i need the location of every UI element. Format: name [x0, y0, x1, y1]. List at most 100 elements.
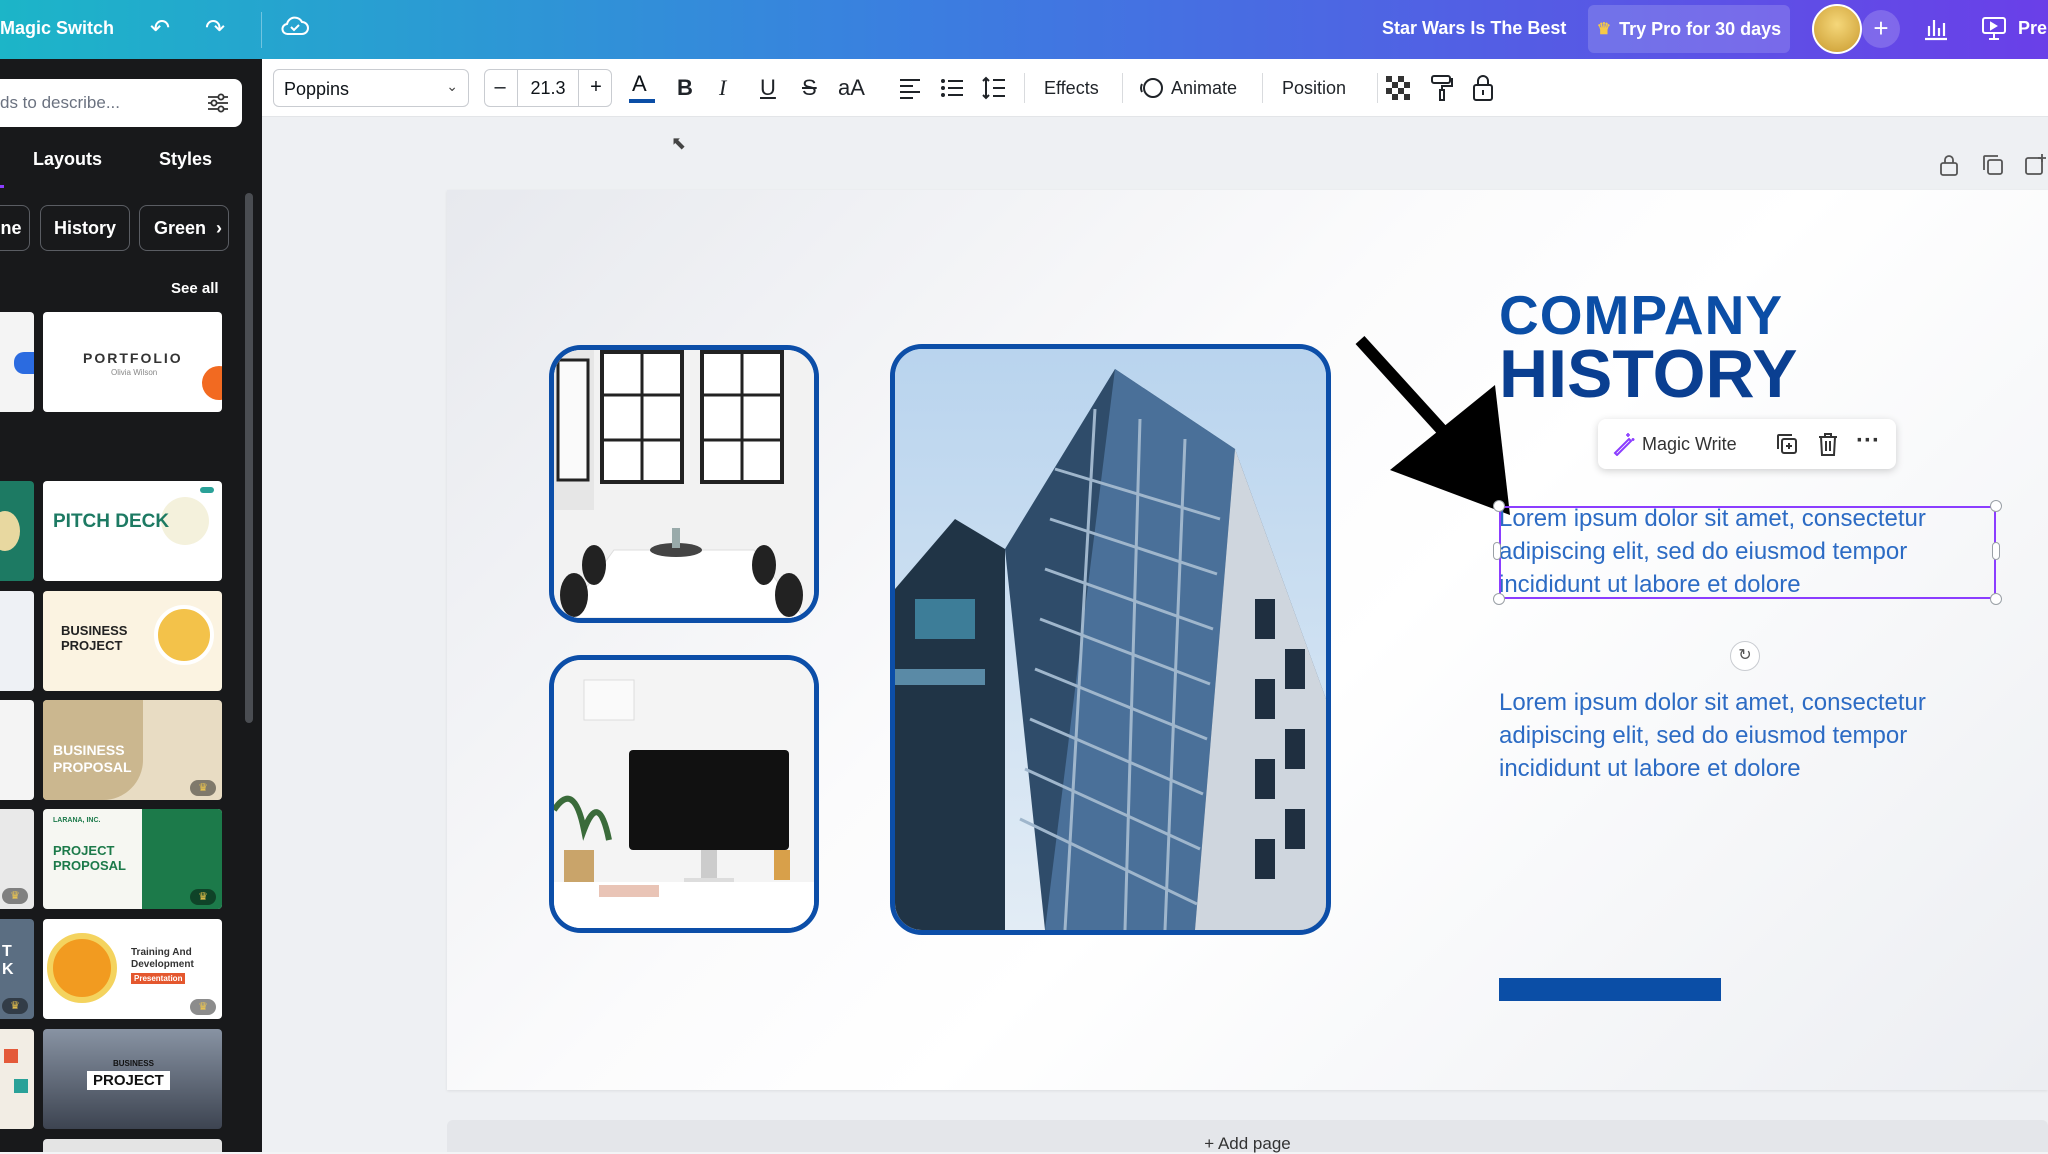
building-photo[interactable] [890, 344, 1331, 935]
try-pro-button[interactable]: ♛ Try Pro for 30 days [1588, 5, 1790, 53]
effects-button[interactable]: Effects [1044, 78, 1099, 99]
crown-icon: ♛ [190, 780, 216, 796]
divider [1024, 73, 1025, 103]
template-thumb-partial[interactable] [0, 1029, 34, 1129]
scrollbar-thumb[interactable] [245, 193, 253, 723]
template-thumb-partial[interactable]: T K ♛ [0, 919, 34, 1019]
analytics-icon[interactable] [1922, 14, 1950, 42]
template-thumb-pitch-deck[interactable]: PITCH DECK [43, 481, 222, 581]
desk-photo[interactable] [549, 655, 819, 933]
position-button[interactable]: Position [1282, 78, 1346, 99]
increase-size-button[interactable]: + [581, 76, 611, 99]
resize-handle[interactable] [1493, 500, 1505, 512]
present-button[interactable]: Pre [2018, 18, 2047, 39]
template-thumb-partial[interactable] [0, 591, 34, 691]
body-text-box[interactable]: Lorem ipsum dolor sit amet, consectetur … [1499, 686, 1999, 785]
divider [1122, 73, 1123, 103]
magic-switch-button[interactable]: Magic Switch [0, 18, 114, 39]
decorative-bar[interactable] [1499, 978, 1721, 1001]
active-tab-indicator [0, 185, 4, 188]
letter-case-icon[interactable]: aA [838, 75, 865, 101]
crown-icon: ♛ [2, 888, 28, 904]
document-title[interactable]: Star Wars Is The Best [1382, 18, 1566, 39]
slide-title-line2[interactable]: HISTORY [1499, 335, 1798, 413]
line-spacing-icon[interactable] [982, 75, 1006, 101]
template-thumb-partial[interactable] [0, 312, 34, 412]
divider [1262, 73, 1263, 103]
resize-handle[interactable] [1990, 593, 2002, 605]
template-thumb-partial[interactable]: ♛ [0, 809, 34, 909]
thumb-subtitle: LARANA, INC. [53, 817, 101, 824]
font-size-stepper: – 21.3 + [484, 69, 612, 107]
underline-icon[interactable]: U [760, 75, 776, 101]
present-icon[interactable] [1980, 14, 2008, 42]
search-input[interactable]: ds to describe... [0, 79, 242, 127]
template-thumb-partial[interactable] [0, 481, 34, 581]
resize-handle[interactable] [1990, 500, 2002, 512]
add-collaborator-button[interactable]: + [1862, 10, 1900, 48]
template-thumb-training[interactable]: Training And Development Presentation ♛ [43, 919, 222, 1019]
duplicate-page-icon[interactable] [1980, 152, 2006, 178]
template-thumb-portfolio[interactable]: PORTFOLIO Olivia Wilson [43, 312, 222, 412]
lock-icon[interactable] [1472, 74, 1494, 102]
add-page-button[interactable]: + Add page [447, 1120, 2048, 1153]
decrease-size-button[interactable]: – [485, 76, 515, 99]
rotate-icon[interactable]: ↻ [1730, 641, 1760, 671]
avatar[interactable] [1812, 4, 1862, 54]
thumb-title: BUSINESS PROJECT [61, 623, 128, 653]
chip-partial[interactable]: ne [0, 205, 30, 251]
thumb-subtitle: BUSINESS [113, 1059, 154, 1068]
filter-icon[interactable] [206, 91, 230, 115]
top-bar: Magic Switch ↶ ↷ Star Wars Is The Best ♛… [0, 0, 2048, 59]
italic-icon[interactable]: I [719, 75, 726, 101]
animate-button[interactable]: Animate [1171, 78, 1237, 99]
crown-icon: ♛ [1596, 21, 1612, 38]
side-handle-right[interactable] [1992, 542, 2000, 560]
align-left-icon[interactable] [898, 77, 922, 99]
magic-write-button[interactable]: Magic Write [1642, 434, 1737, 455]
search-placeholder: ds to describe... [0, 93, 121, 112]
undo-icon[interactable]: ↶ [150, 14, 170, 43]
transparency-icon[interactable] [1386, 76, 1410, 100]
chip-green[interactable]: Green › [139, 205, 229, 251]
cloud-saved-icon[interactable] [280, 14, 310, 38]
tab-layouts[interactable]: Layouts [33, 149, 102, 170]
font-family-value: Poppins [284, 79, 350, 99]
meeting-room-photo[interactable] [549, 345, 819, 623]
animate-icon[interactable] [1140, 76, 1164, 100]
arrow-pointer-icon [1355, 335, 1510, 515]
bold-icon[interactable]: B [677, 75, 693, 101]
resize-handle[interactable] [1493, 593, 1505, 605]
template-thumb-project[interactable]: BUSINESS PROJECT [43, 1029, 222, 1129]
template-thumb-partial[interactable] [0, 700, 34, 800]
font-size-input[interactable]: 21.3 [517, 70, 579, 106]
text-color-button[interactable]: A [629, 71, 655, 105]
selection-outline [1499, 506, 1996, 599]
lock-page-icon[interactable] [1936, 152, 1962, 178]
meeting-room-image [554, 350, 814, 618]
redo-icon[interactable]: ↷ [205, 14, 225, 43]
text-toolbar: Poppins ⌄ – 21.3 + A B I U S aA Effects … [262, 59, 2048, 117]
thumb-title: PORTFOLIO [83, 350, 183, 366]
thumb-title: PROJECT PROPOSAL [53, 843, 126, 873]
font-family-select[interactable]: Poppins ⌄ [273, 69, 469, 107]
side-handle-left[interactable] [1493, 542, 1501, 560]
strikethrough-icon[interactable]: S [802, 75, 817, 101]
magic-write-icon[interactable] [1612, 432, 1636, 456]
tab-styles[interactable]: Styles [159, 149, 212, 170]
template-thumb-project-proposal[interactable]: LARANA, INC. PROJECT PROPOSAL ♛ [43, 809, 222, 909]
add-page-icon[interactable] [2022, 152, 2048, 178]
template-thumb-partial[interactable] [43, 1139, 222, 1152]
template-thumb-business-project[interactable]: BUSINESS PROJECT [43, 591, 222, 691]
template-thumb-business-proposal[interactable]: BUSINESS PROPOSAL ♛ [43, 700, 222, 800]
more-options-icon[interactable]: ··· [1856, 427, 1880, 455]
trash-icon[interactable] [1817, 431, 1839, 457]
duplicate-icon[interactable] [1775, 432, 1799, 456]
chevron-right-icon[interactable]: › [216, 218, 222, 239]
paint-roller-icon[interactable] [1430, 74, 1454, 102]
divider [1377, 73, 1378, 103]
text-color-icon: A [632, 71, 647, 96]
chip-history[interactable]: History [40, 205, 130, 251]
see-all-link[interactable]: See all [171, 280, 219, 297]
bullet-list-icon[interactable] [940, 77, 964, 99]
